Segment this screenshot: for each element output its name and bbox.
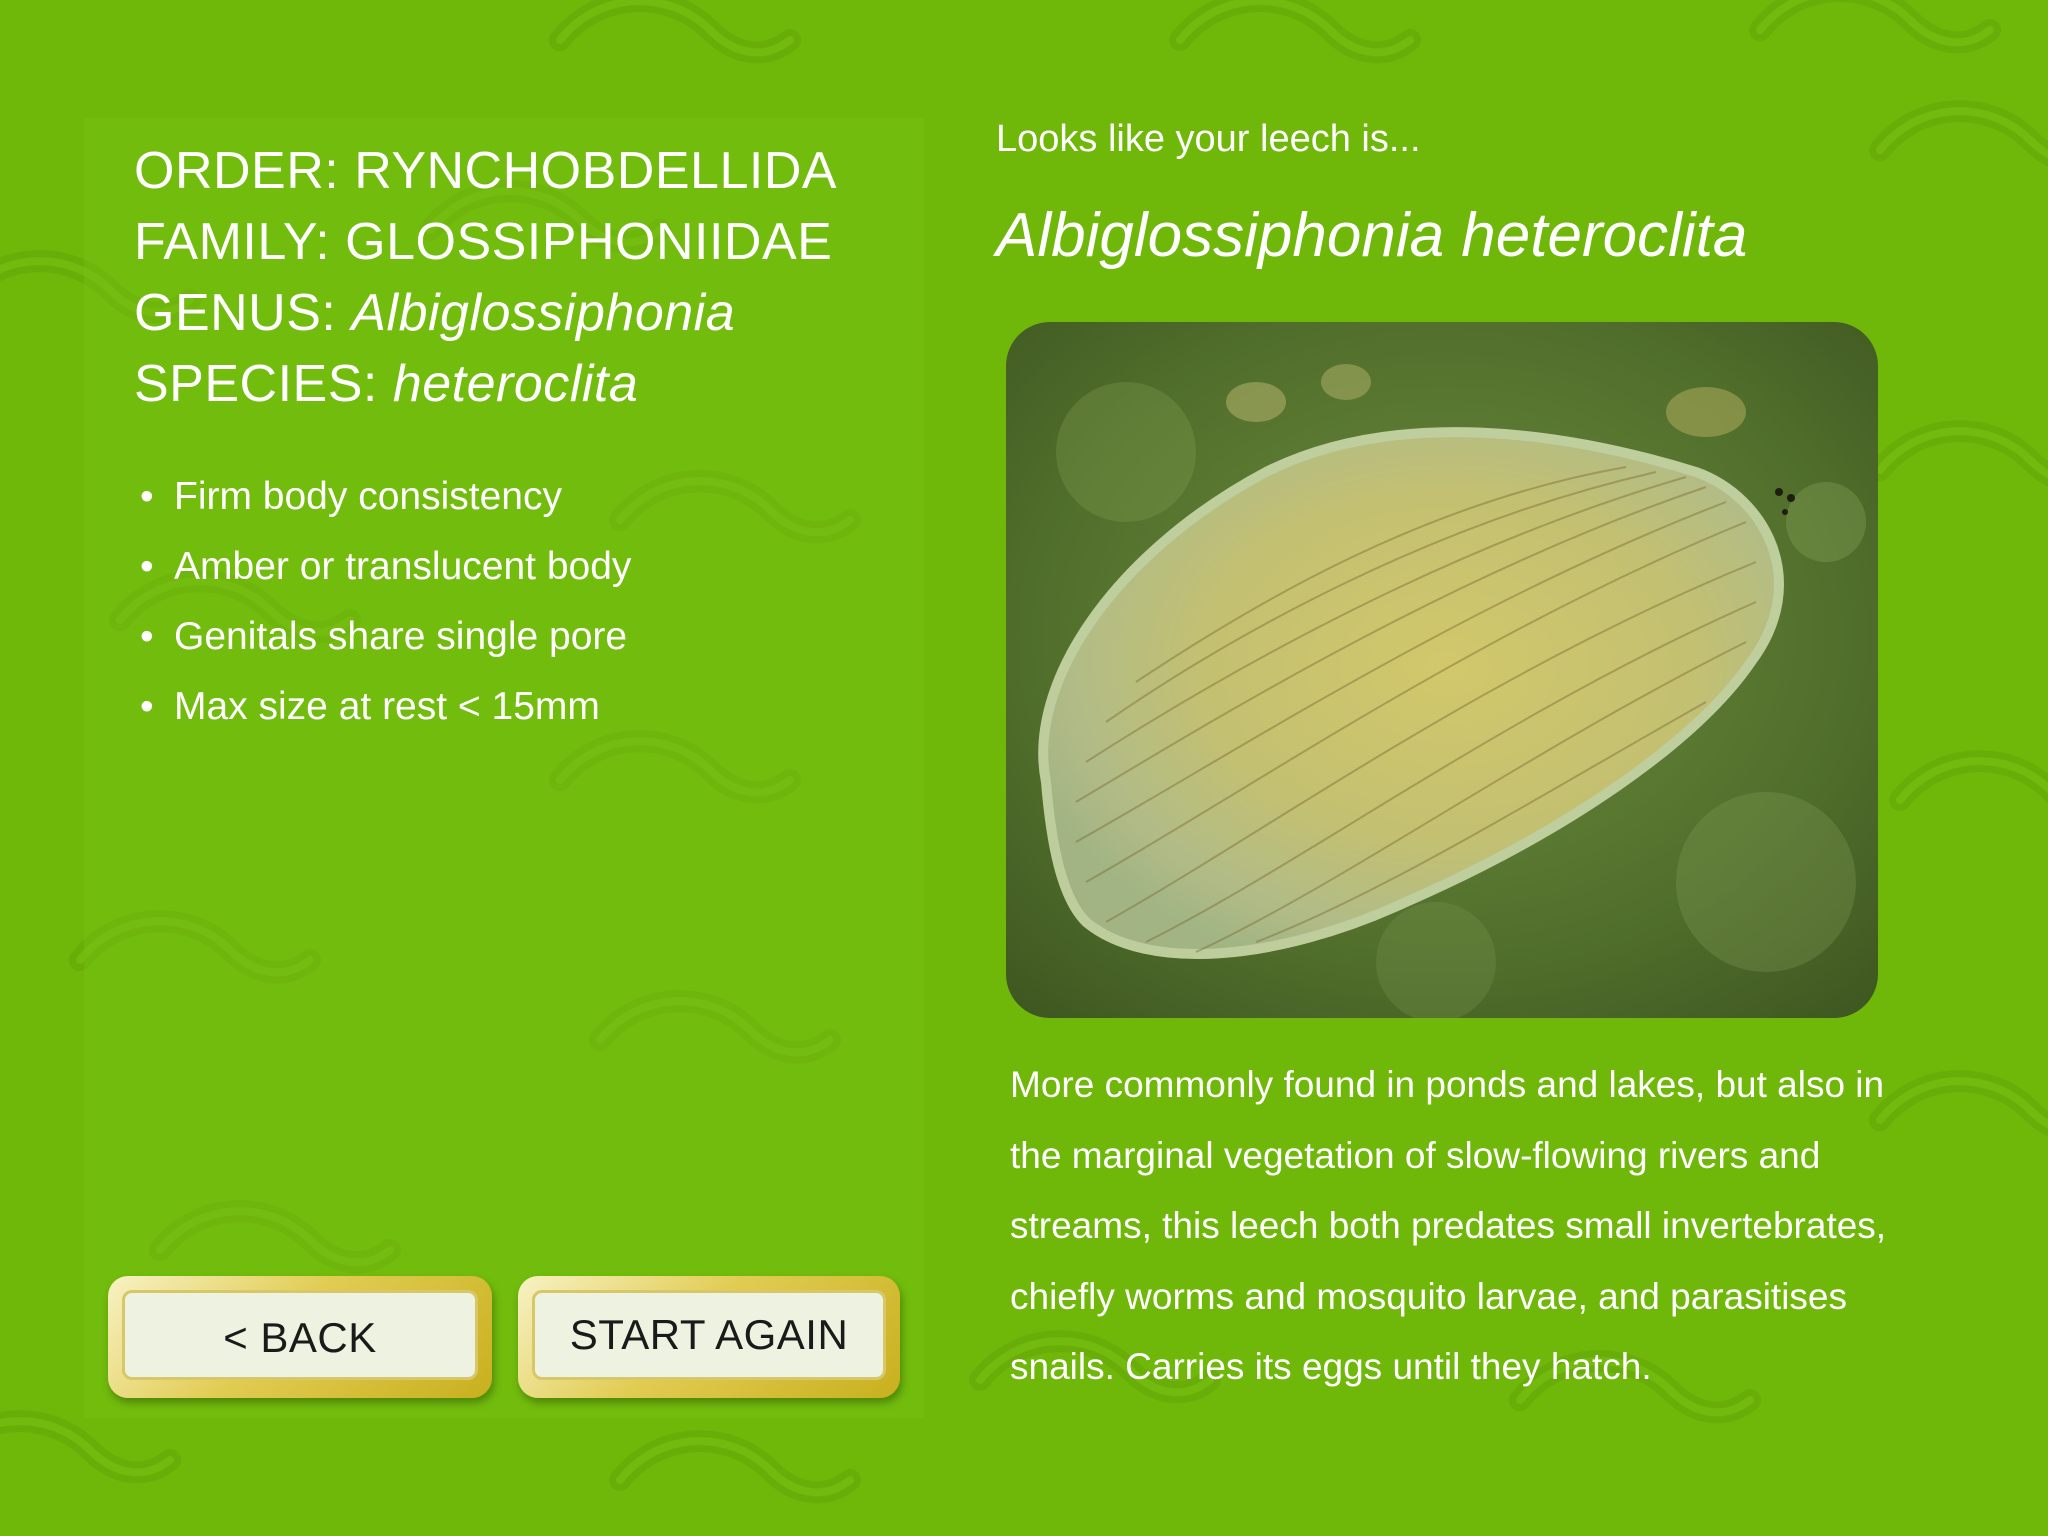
genus-label: GENUS: xyxy=(134,284,337,342)
bullet-icon: • xyxy=(140,545,154,588)
list-item: • Max size at rest < 15mm xyxy=(140,672,631,742)
start-again-button-label[interactable]: START AGAIN xyxy=(532,1290,886,1380)
order-label: ORDER: xyxy=(134,142,340,200)
family-label: FAMILY: xyxy=(134,213,331,271)
trait-text: Firm body consistency xyxy=(174,475,562,518)
list-item: • Amber or translucent body xyxy=(140,532,631,602)
bullet-icon: • xyxy=(140,475,154,518)
back-button[interactable]: < BACK xyxy=(108,1276,492,1398)
species-description: More commonly found in ponds and lakes, … xyxy=(1010,1064,1887,1387)
result-lead-text: Looks like your leech is... xyxy=(996,118,1421,160)
list-item: • Genitals share single pore xyxy=(140,602,631,672)
bullet-icon: • xyxy=(140,685,154,728)
order-line: ORDER: RYNCHOBDELLIDA xyxy=(134,136,837,207)
leech-specimen-image xyxy=(1006,322,1878,1018)
trait-text: Genitals share single pore xyxy=(174,615,628,658)
species-title: Albiglossiphonia heteroclita xyxy=(996,201,1748,270)
order-value: RYNCHOBDELLIDA xyxy=(354,142,838,200)
start-again-button[interactable]: START AGAIN xyxy=(518,1276,900,1398)
species-value: heteroclita xyxy=(392,355,639,413)
trait-text: Max size at rest < 15mm xyxy=(174,685,600,728)
taxonomy-block: ORDER: RYNCHOBDELLIDA FAMILY: GLOSSIPHON… xyxy=(134,136,837,420)
leech-photo xyxy=(1006,322,1878,1018)
genus-line: GENUS: Albiglossiphonia xyxy=(134,278,837,349)
family-line: FAMILY: GLOSSIPHONIIDAE xyxy=(134,207,837,278)
list-item: • Firm body consistency xyxy=(140,462,631,532)
species-line: SPECIES: heteroclita xyxy=(134,349,837,420)
genus-value: Albiglossiphonia xyxy=(351,284,736,342)
traits-list: • Firm body consistency • Amber or translu… xyxy=(140,462,631,742)
bullet-icon: • xyxy=(140,615,154,658)
back-button-label[interactable]: < BACK xyxy=(122,1290,478,1380)
family-value: GLOSSIPHONIIDAE xyxy=(345,213,833,271)
trait-text: Amber or translucent body xyxy=(174,545,632,588)
species-label: SPECIES: xyxy=(134,355,378,413)
